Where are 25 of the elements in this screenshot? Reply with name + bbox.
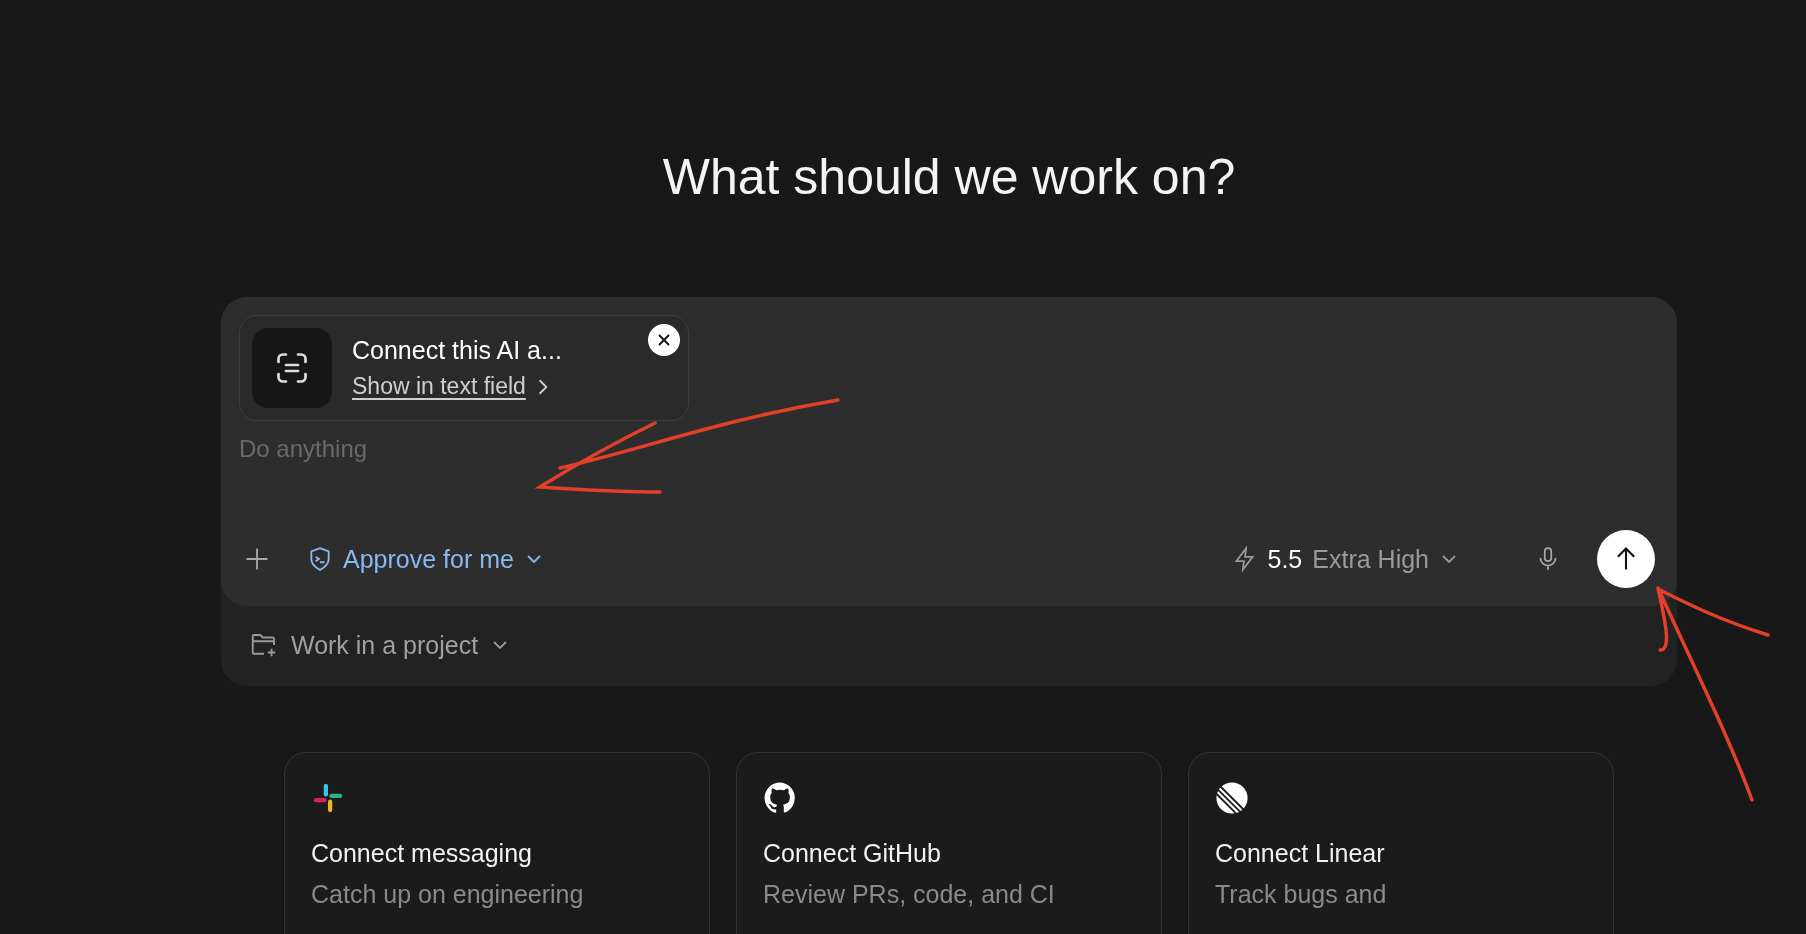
card-title: Connect Linear xyxy=(1215,839,1385,868)
linear-icon xyxy=(1215,781,1249,815)
slack-icon xyxy=(311,781,345,815)
send-button[interactable] xyxy=(1597,530,1655,588)
card-description: Review PRs, code, and CI xyxy=(763,880,1055,909)
connector-card[interactable]: Connect Linear Track bugs and xyxy=(1188,752,1614,934)
card-title: Connect GitHub xyxy=(763,839,941,868)
prompt-input[interactable]: Do anything xyxy=(239,435,1655,463)
suggestion-chip[interactable]: Connect this AI a... Show in text field xyxy=(239,315,689,421)
suggestion-title: Connect this AI a... xyxy=(352,336,562,365)
card-description: Catch up on engineering xyxy=(311,880,584,909)
project-dropdown[interactable]: Work in a project xyxy=(221,606,539,686)
show-in-text-field-link[interactable]: Show in text field xyxy=(352,373,562,400)
card-title: Connect messaging xyxy=(311,839,532,868)
approval-dropdown[interactable]: Approve for me xyxy=(301,543,550,575)
card-description: Track bugs and xyxy=(1215,880,1387,909)
model-dropdown[interactable]: 5.5 Extra High xyxy=(1225,543,1465,575)
page-heading: What should we work on? xyxy=(662,148,1236,206)
shield-icon xyxy=(307,546,333,572)
connector-card[interactable]: Connect messaging Catch up on engineering xyxy=(284,752,710,934)
close-icon xyxy=(656,332,672,348)
connector-card[interactable]: Connect GitHub Review PRs, code, and CI xyxy=(736,752,1162,934)
github-icon xyxy=(763,781,797,815)
close-button[interactable] xyxy=(648,324,680,356)
scan-icon xyxy=(252,328,332,408)
